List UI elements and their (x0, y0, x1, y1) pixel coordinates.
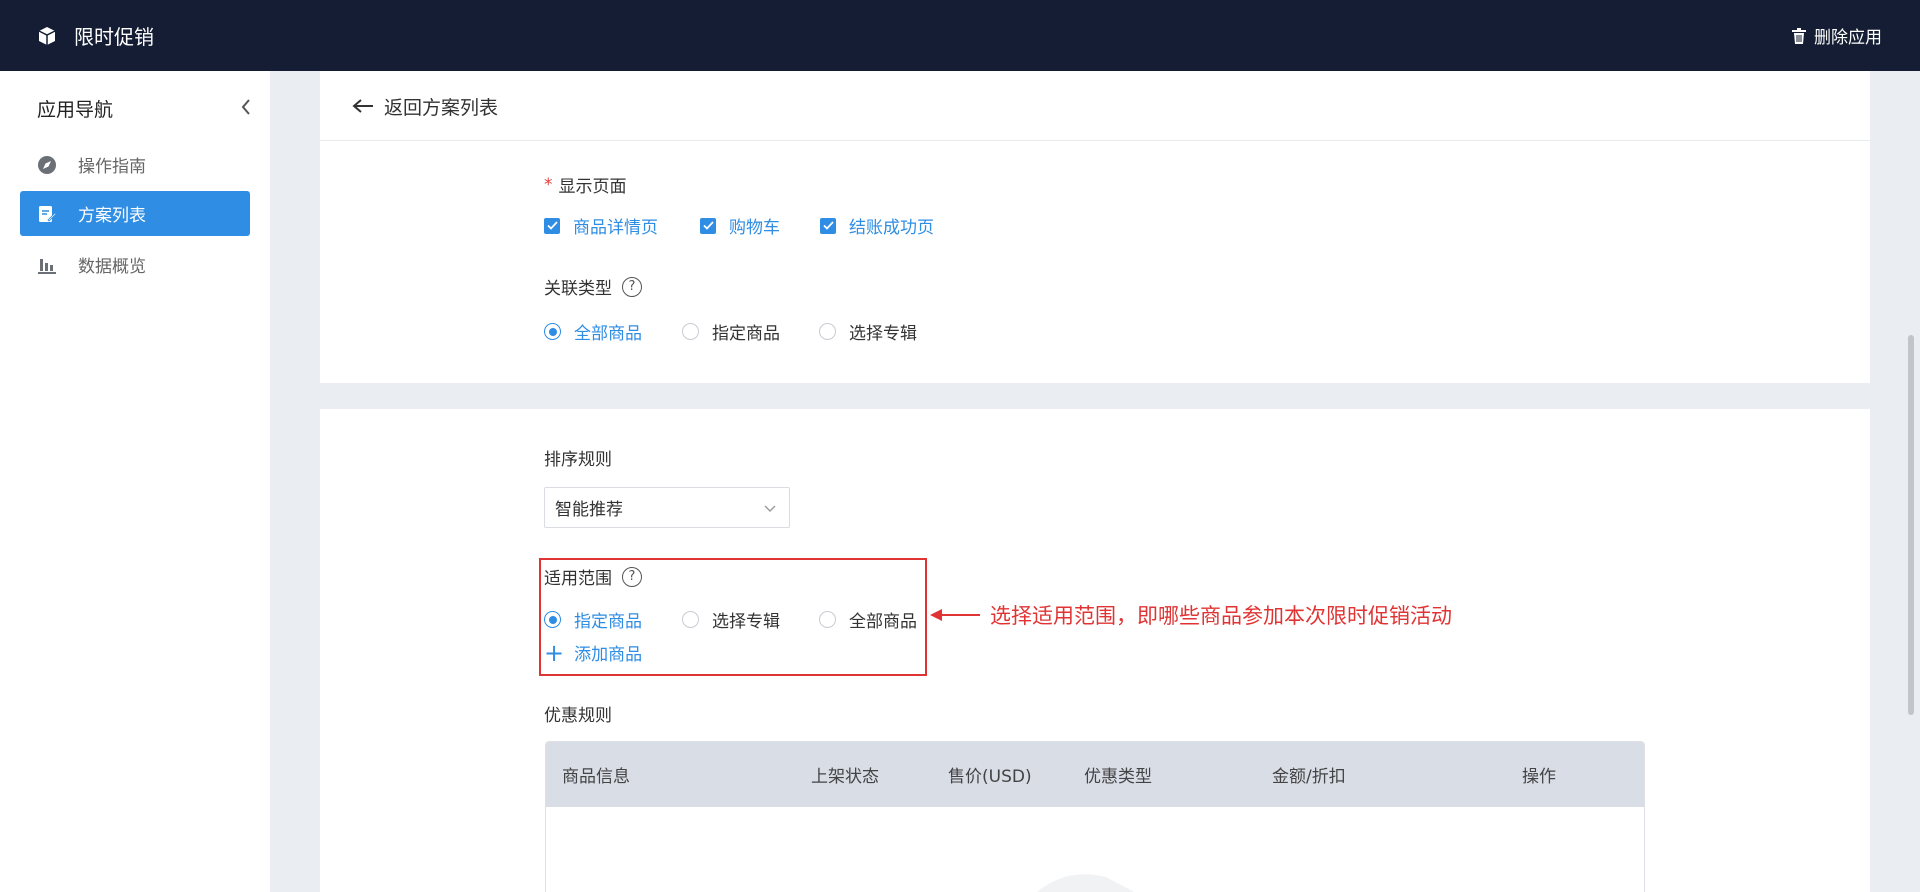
display-page-label: * 显示页面 (544, 172, 627, 198)
radio-unselected-icon (819, 611, 836, 628)
radio-label: 选择专辑 (849, 324, 917, 344)
annotation-text: 选择适用范围，即哪些商品参加本次限时促销活动 (990, 604, 1452, 628)
association-type-label: 关联类型 ? (544, 274, 642, 299)
radio-assoc-collection[interactable]: 选择专辑 (819, 319, 917, 344)
column-header: 金额/折扣 (1272, 767, 1346, 787)
back-label: 返回方案列表 (384, 96, 499, 119)
radio-scope-specified-products[interactable]: 指定商品 (544, 607, 642, 632)
back-to-list-link[interactable]: 返回方案列表 (352, 89, 498, 123)
radio-unselected-icon (682, 323, 699, 340)
scope-annotation: 选择适用范围，即哪些商品参加本次限时促销活动 (930, 600, 1452, 630)
sidebar-item-label: 操作指南 (78, 157, 146, 177)
radio-selected-icon (544, 611, 561, 628)
sidebar-heading: 应用导航 (37, 99, 114, 121)
sort-rule-value: 智能推荐 (555, 500, 623, 520)
checkbox-label: 结账成功页 (849, 218, 934, 238)
radio-assoc-all-products[interactable]: 全部商品 (544, 319, 642, 344)
compass-icon (37, 155, 57, 175)
collapse-sidebar-button[interactable] (236, 95, 256, 119)
help-icon[interactable]: ? (622, 566, 642, 587)
scope-label-text: 适用范围 (544, 569, 612, 589)
add-products-button[interactable]: + 添加商品 (544, 638, 643, 667)
radio-label: 指定商品 (574, 612, 642, 632)
checkbox-checked-icon (820, 217, 836, 234)
sidebar-item-plans[interactable]: 方案列表 (20, 191, 250, 236)
help-icon[interactable]: ? (622, 276, 642, 297)
radio-unselected-icon (682, 611, 699, 628)
sidebar-item-label: 数据概览 (78, 257, 146, 277)
column-header: 优惠类型 (1084, 767, 1152, 787)
empty-placeholder-icon (1037, 874, 1135, 892)
delete-app-label: 删除应用 (1814, 28, 1882, 48)
plus-icon: + (544, 638, 565, 667)
radio-scope-all-products[interactable]: 全部商品 (819, 607, 917, 632)
delete-app-button[interactable]: 删除应用 (1792, 0, 1882, 71)
sidebar-item-guide[interactable]: 操作指南 (20, 142, 250, 187)
checkbox-checked-icon (700, 217, 716, 234)
table-body (546, 807, 1644, 892)
arrow-left-annotation-icon (930, 609, 980, 621)
radio-assoc-specified-products[interactable]: 指定商品 (682, 319, 780, 344)
radio-unselected-icon (819, 323, 836, 340)
radio-selected-icon (544, 323, 561, 340)
column-header: 售价(USD) (948, 767, 1032, 787)
page-scrollbar[interactable] (1908, 335, 1914, 715)
column-header: 操作 (1522, 767, 1556, 787)
cube-icon (36, 25, 58, 47)
checkbox-product-detail[interactable]: 商品详情页 (544, 213, 658, 238)
scope-label: 适用范围 ? (544, 564, 642, 589)
discount-rule-label: 优惠规则 (544, 706, 612, 726)
document-edit-icon (37, 204, 57, 224)
required-mark: * (544, 174, 553, 195)
sidebar-item-label: 方案列表 (78, 206, 146, 226)
app-title: 限时促销 (74, 25, 154, 49)
settings-card: 返回方案列表 * 显示页面 商品详情页 购物车 结账成功页 关联类型 ? 全部商… (320, 71, 1870, 383)
display-page-label-text: 显示页面 (558, 177, 627, 197)
trash-icon (1792, 27, 1806, 44)
discount-rule-table: 商品信息 上架状态 售价(USD) 优惠类型 金额/折扣 操作 (545, 741, 1645, 892)
radio-label: 选择专辑 (712, 612, 780, 632)
column-header: 商品信息 (562, 767, 630, 787)
radio-label: 全部商品 (849, 612, 917, 632)
checkbox-label: 购物车 (729, 218, 780, 238)
bar-chart-icon (37, 255, 57, 275)
checkbox-checked-icon (544, 217, 560, 234)
radio-scope-collection[interactable]: 选择专辑 (682, 607, 780, 632)
sidebar: 应用导航 操作指南 方案列表 数据概览 (0, 71, 270, 892)
chevron-down-icon (764, 505, 776, 512)
arrow-left-icon (352, 99, 373, 113)
add-products-label: 添加商品 (574, 645, 643, 665)
association-type-label-text: 关联类型 (544, 279, 612, 299)
table-header: 商品信息 上架状态 售价(USD) 优惠类型 金额/折扣 操作 (546, 742, 1644, 807)
sort-rule-label: 排序规则 (544, 450, 612, 470)
back-row: 返回方案列表 (320, 71, 1870, 141)
top-bar: 限时促销 删除应用 (0, 0, 1920, 71)
rules-card: 排序规则 智能推荐 适用范围 ? 指定商品 选择专辑 全部商品 + 添加商品 优… (320, 409, 1870, 892)
radio-label: 指定商品 (712, 324, 780, 344)
checkbox-label: 商品详情页 (573, 218, 658, 238)
checkbox-checkout-success[interactable]: 结账成功页 (820, 213, 934, 238)
radio-label: 全部商品 (574, 324, 642, 344)
column-header: 上架状态 (811, 767, 879, 787)
checkbox-cart[interactable]: 购物车 (700, 213, 780, 238)
sidebar-item-data-overview[interactable]: 数据概览 (20, 242, 250, 287)
sort-rule-select[interactable]: 智能推荐 (544, 487, 790, 528)
chevron-left-icon (241, 99, 250, 115)
